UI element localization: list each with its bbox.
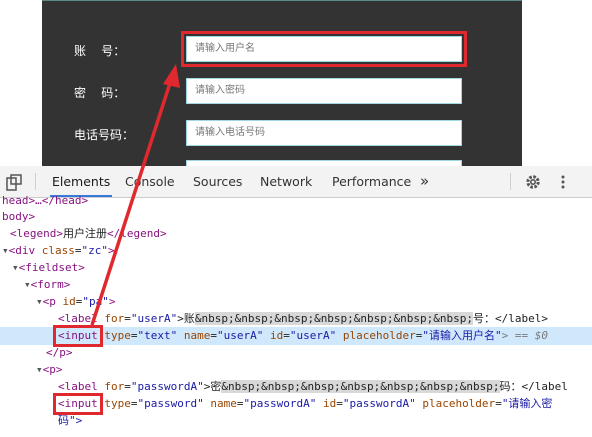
gear-icon[interactable] [524, 173, 542, 191]
dom-node-label-passworda[interactable]: <label for="passwordA">密&nbsp;&nbsp;&nbs… [58, 378, 568, 396]
kebab-menu-icon[interactable] [554, 173, 572, 191]
tab-performance[interactable]: Performance [332, 166, 411, 197]
phone-input[interactable]: 请输入电话号码 [186, 120, 462, 146]
password-label: 密 码： [74, 86, 126, 100]
password-input[interactable]: 请输入密码 [186, 78, 462, 104]
dom-node-legend[interactable]: <legend>用户注册</legend> [10, 225, 167, 243]
devtools-panel: Elements Console Sources Network Perform… [0, 166, 592, 437]
dom-node-p-pa[interactable]: ▾<p id="pa"> [36, 293, 116, 311]
annotation-highlight-box [53, 393, 103, 415]
tab-separator [510, 173, 511, 190]
dom-node-fieldset[interactable]: ▾<fieldset> [12, 259, 85, 277]
dom-node-body[interactable]: body> [2, 208, 35, 226]
tab-console[interactable]: Console [125, 166, 175, 197]
dom-node-label-usera[interactable]: <label for="userA">账&nbsp;&nbsp;&nbsp;&n… [58, 310, 548, 328]
tab-sources[interactable]: Sources [193, 166, 242, 197]
page-viewport: 账 号： 请输入用户名 密 码： 请输入密码 电话号码： 请输入电话号码 [0, 0, 592, 166]
phone-label: 电话号码： [74, 128, 135, 142]
register-form-panel: 账 号： 请输入用户名 密 码： 请输入密码 电话号码： 请输入电话号码 [42, 0, 522, 166]
username-label: 账 号： [74, 44, 126, 58]
dom-node-p[interactable]: ▾<p> [36, 361, 63, 379]
more-tabs-button[interactable]: » [420, 166, 429, 197]
tab-network[interactable]: Network [260, 166, 312, 197]
tab-separator [35, 173, 36, 190]
dom-node-div-zc[interactable]: ▾<div class="zc"> [2, 242, 115, 260]
annotation-highlight-box [53, 325, 103, 347]
dom-node-input-passworda[interactable]: <input type="password" name="passwordA" … [58, 395, 552, 413]
username-input[interactable]: 请输入用户名 [181, 31, 467, 67]
devtools-tabbar: Elements Console Sources Network Perform… [0, 166, 592, 198]
device-toolbar-icon[interactable] [5, 173, 23, 191]
dom-node-form[interactable]: ▾<form> [24, 276, 70, 294]
